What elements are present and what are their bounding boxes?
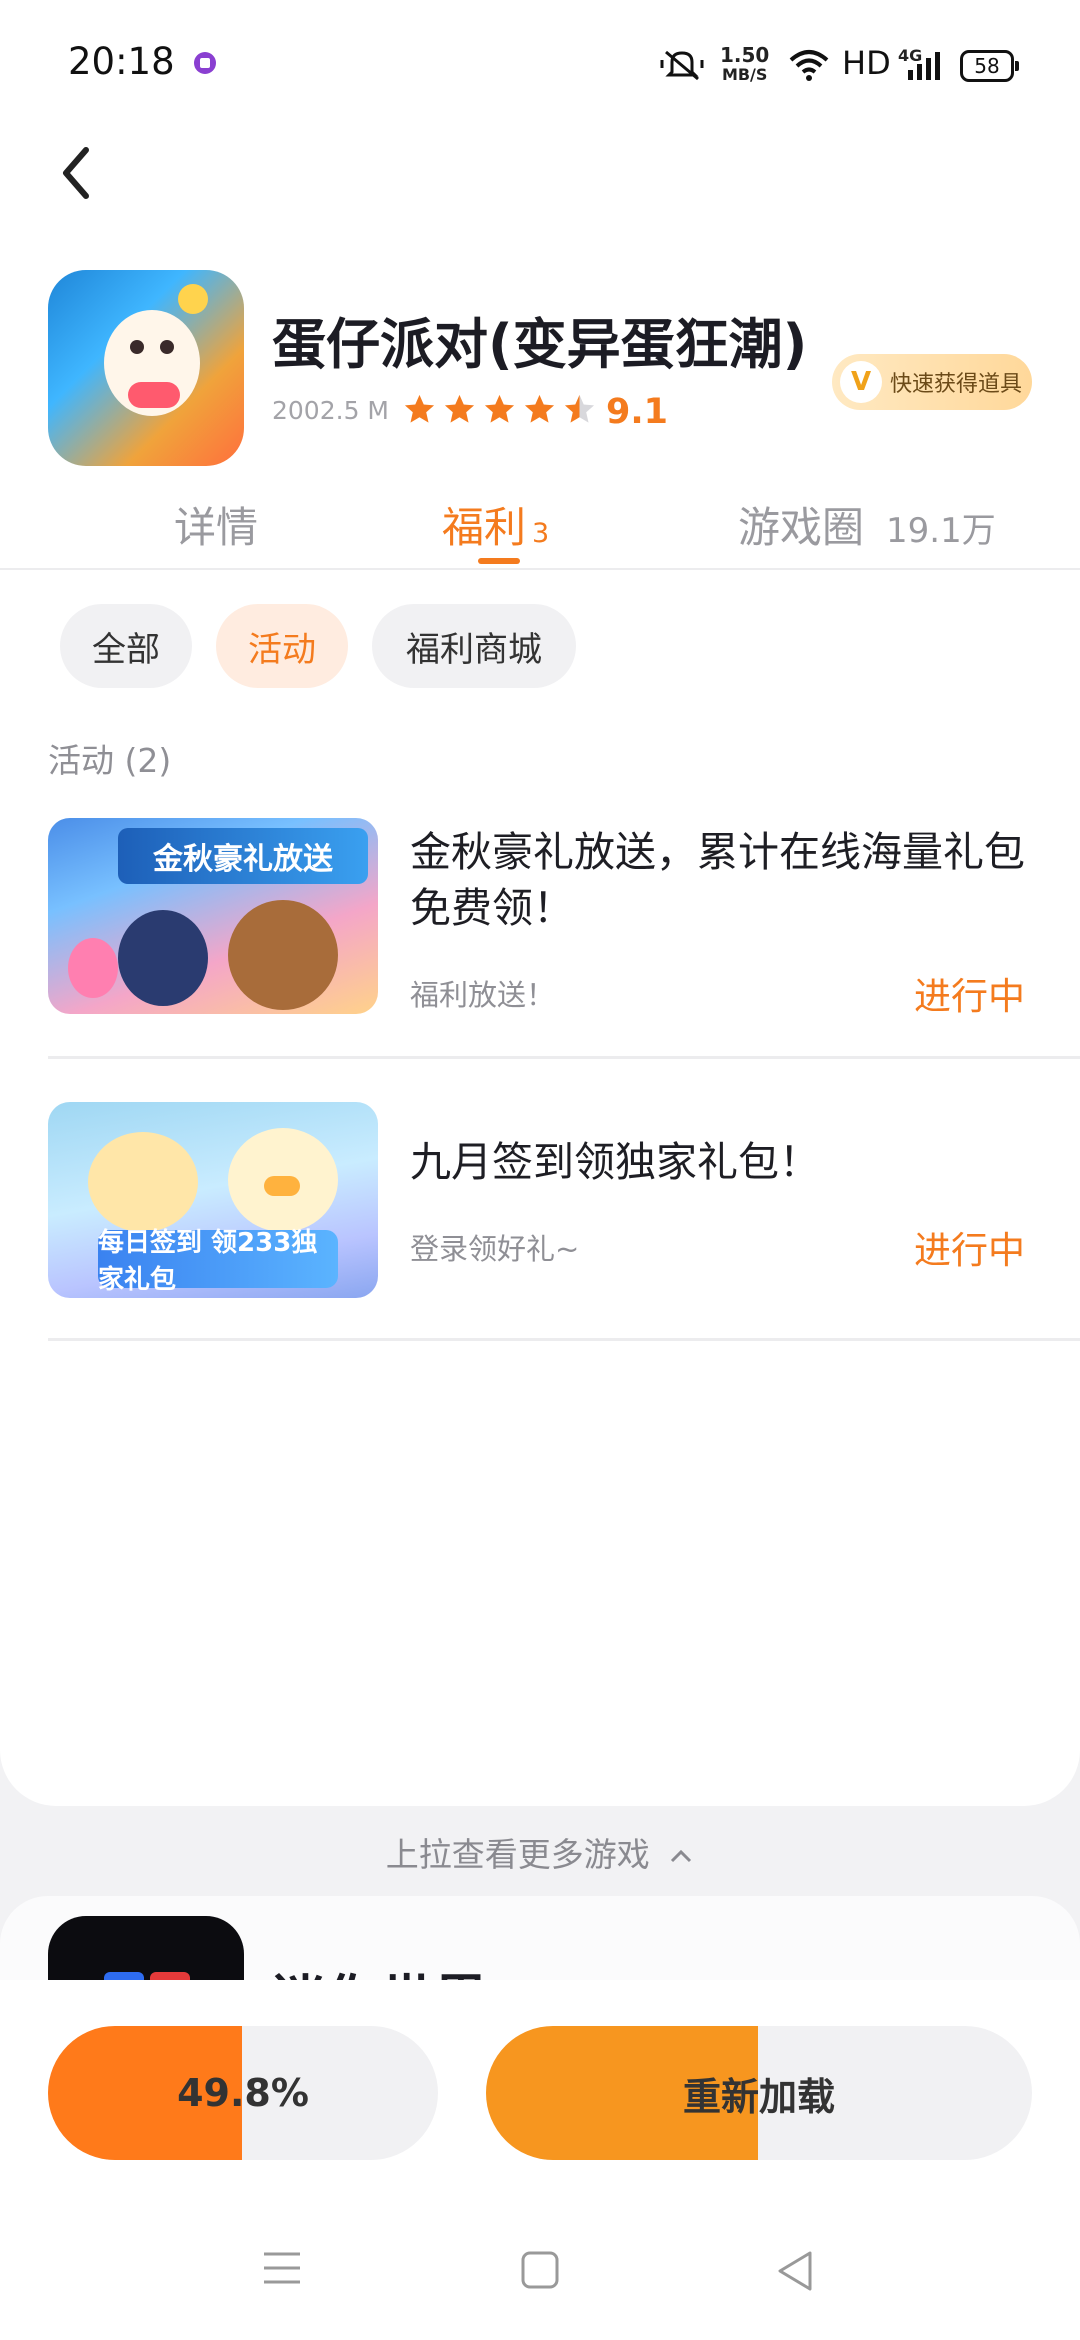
network-speed: 1.50 MB/S (720, 43, 770, 84)
menu-icon[interactable] (262, 2250, 302, 2286)
star-icon (484, 394, 515, 423)
activity-status: 进行中 (914, 1229, 1025, 1272)
game-icon (48, 270, 244, 466)
filter-activities[interactable]: 活动 (216, 604, 348, 688)
tab-game-circle[interactable]: 游戏圈 19.1万 (738, 494, 996, 555)
star-icon (524, 394, 555, 423)
tab-details[interactable]: 详情 (174, 494, 258, 555)
chevron-up-icon (671, 1849, 692, 1863)
half-star-icon (564, 394, 595, 423)
rating-stars (402, 392, 597, 427)
status-time: 20:18 (68, 40, 175, 83)
activity-subtitle: 登录领好礼~ (410, 1232, 580, 1266)
tab-benefits-label: 福利 (442, 503, 527, 552)
back-button[interactable] (52, 138, 108, 208)
network-speed-value: 1.50 (720, 43, 770, 67)
star-icon (444, 394, 475, 423)
tab-game-circle-count: 19.1万 (886, 511, 996, 551)
row-divider (48, 1338, 1080, 1341)
home-icon[interactable] (520, 2250, 560, 2290)
signal-icon (908, 52, 940, 80)
activity-banner-text: 每日签到 领233独家礼包 (98, 1228, 338, 1295)
activity-thumbnail[interactable]: 每日签到 领233独家礼包 (48, 1102, 378, 1298)
progress-label: 49.8% (177, 2071, 309, 2115)
row-divider (48, 1056, 1080, 1059)
back-nav-icon[interactable] (776, 2250, 816, 2292)
wifi-icon (789, 50, 829, 81)
section-label: 活动 (2) (48, 741, 172, 780)
filter-all[interactable]: 全部 (60, 604, 192, 688)
rating-score: 9.1 (606, 392, 669, 432)
download-progress-button[interactable]: 49.8% (48, 2026, 438, 2160)
activity-status: 进行中 (914, 975, 1025, 1018)
activity-title[interactable]: 九月签到领独家礼包！ (410, 1134, 1030, 1190)
tab-benefits[interactable]: 福利 3 (442, 494, 549, 555)
quick-items-badge[interactable]: V 快速获得道具 (832, 354, 1032, 410)
notification-app-icon (194, 52, 216, 74)
filter-benefit-store[interactable]: 福利商城 (372, 604, 576, 688)
tab-details-label: 详情 (174, 503, 259, 552)
activity-thumbnail[interactable]: 金秋豪礼放送 (48, 818, 378, 1014)
game-size: 2002.5 M (272, 396, 389, 425)
mute-icon (660, 50, 704, 81)
tab-game-circle-label: 游戏圈 (738, 503, 865, 552)
bottom-action-bar: 49.8% 重新加载 (0, 1980, 1080, 2340)
v-icon: V (840, 361, 882, 403)
network-speed-unit: MB/S (721, 65, 768, 84)
active-tab-indicator (478, 558, 520, 564)
reload-button[interactable]: 重新加载 (486, 2026, 1032, 2160)
pull-up-hint[interactable]: 上拉查看更多游戏 (0, 1828, 1080, 1876)
reload-label: 重新加载 (682, 2074, 835, 2119)
battery-icon: 58 (960, 50, 1019, 82)
pull-up-hint-label: 上拉查看更多游戏 (385, 1835, 650, 1874)
tabs-divider (0, 568, 1080, 570)
quick-items-label: 快速获得道具 (890, 372, 1023, 397)
star-icon (404, 394, 435, 423)
hd-indicator: HD (842, 44, 891, 82)
activity-subtitle: 福利放送！ (410, 978, 556, 1012)
tab-benefits-count: 3 (532, 518, 550, 549)
activity-banner-text: 金秋豪礼放送 (118, 828, 368, 884)
activity-title[interactable]: 金秋豪礼放送，累计在线海量礼包免费领！ (410, 824, 1030, 936)
game-title: 蛋仔派对(变异蛋狂潮) (272, 313, 808, 376)
